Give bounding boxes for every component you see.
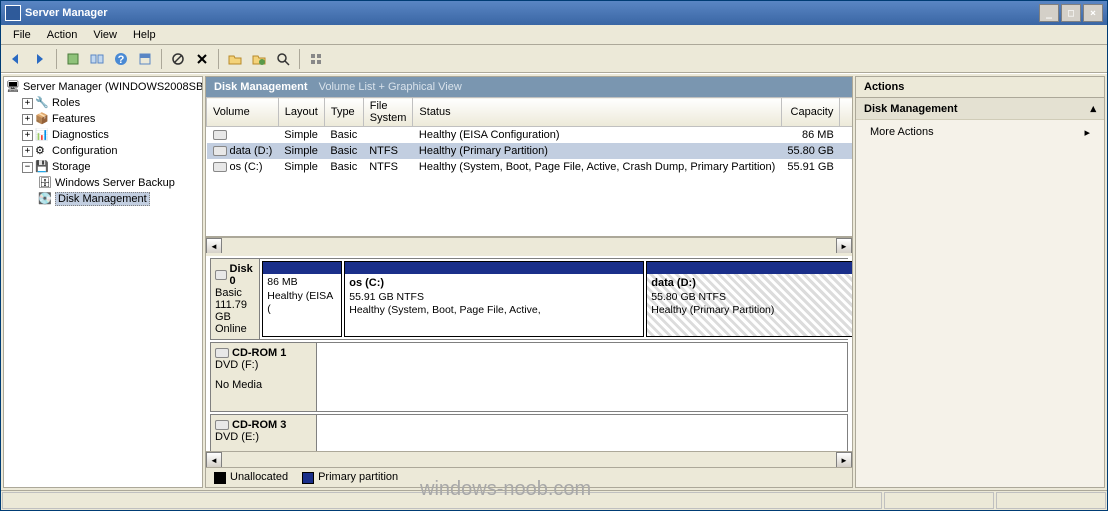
- view-icon[interactable]: [86, 48, 108, 70]
- tree-wsb[interactable]: 🗄Windows Server Backup: [4, 175, 202, 191]
- content-pane: Disk Management Volume List + Graphical …: [205, 76, 853, 488]
- scroll-right-icon[interactable]: ►: [836, 452, 852, 468]
- legend-unallocated-swatch: [214, 472, 226, 484]
- disk-row[interactable]: CD-ROM 3DVD (E:): [210, 414, 848, 451]
- folder2-icon[interactable]: [248, 48, 270, 70]
- roles-icon: 🔧: [35, 96, 49, 110]
- content-header: Disk Management Volume List + Graphical …: [206, 77, 852, 97]
- app-icon: [5, 5, 21, 21]
- collapse-icon[interactable]: ▴: [1090, 102, 1096, 115]
- col-fs[interactable]: File System: [363, 98, 413, 127]
- diagnostics-icon: 📊: [35, 128, 49, 142]
- col-type[interactable]: Type: [324, 98, 363, 127]
- navigation-tree[interactable]: 🖥Server Manager (WINDOWS2008SB +🔧Roles +…: [3, 76, 203, 488]
- col-layout[interactable]: Layout: [278, 98, 324, 127]
- partition[interactable]: 86 MBHealthy (EISA (: [262, 261, 342, 337]
- help-icon[interactable]: ?: [110, 48, 132, 70]
- disk-row[interactable]: Disk 0Basic111.79 GBOnline86 MBHealthy (…: [210, 258, 848, 340]
- scroll-right-icon[interactable]: ►: [836, 238, 852, 254]
- disk-icon: 💽: [38, 192, 52, 206]
- action1-icon[interactable]: [167, 48, 189, 70]
- tree-disk-management[interactable]: 💽Disk Management: [4, 191, 202, 207]
- close-button[interactable]: ×: [1083, 4, 1103, 22]
- menu-file[interactable]: File: [5, 27, 39, 43]
- header-subtitle: Volume List + Graphical View: [319, 81, 462, 93]
- folder1-icon[interactable]: [224, 48, 246, 70]
- tree-configuration[interactable]: +⚙Configuration: [4, 143, 202, 159]
- disk-row[interactable]: CD-ROM 1DVD (F:)No Media: [210, 342, 848, 412]
- maximize-button[interactable]: □: [1061, 4, 1081, 22]
- delete-icon[interactable]: [191, 48, 213, 70]
- storage-icon: 💾: [35, 160, 49, 174]
- legend: Unallocated Primary partition: [206, 467, 852, 487]
- disk-graphical-view[interactable]: Disk 0Basic111.79 GBOnline86 MBHealthy (…: [206, 253, 852, 451]
- actions-title: Actions: [856, 77, 1104, 98]
- actions-group[interactable]: Disk Management ▴: [856, 98, 1104, 120]
- chevron-right-icon: ▸: [1084, 126, 1090, 139]
- config-icon: ⚙: [35, 144, 49, 158]
- tree-root[interactable]: 🖥Server Manager (WINDOWS2008SB: [4, 79, 202, 95]
- tree-features[interactable]: +📦Features: [4, 111, 202, 127]
- col-capacity[interactable]: Capacity: [781, 98, 839, 127]
- refresh-icon[interactable]: [62, 48, 84, 70]
- menu-view[interactable]: View: [85, 27, 125, 43]
- partition[interactable]: data (D:)55.80 GB NTFSHealthy (Primary P…: [646, 261, 852, 337]
- back-button[interactable]: [5, 48, 27, 70]
- header-title: Disk Management: [214, 81, 308, 93]
- server-icon: 🖥: [6, 80, 20, 94]
- graph-scrollbar[interactable]: ◄ ►: [206, 451, 852, 467]
- list-view-icon[interactable]: [305, 48, 327, 70]
- actions-pane: Actions Disk Management ▴ More Actions ▸: [855, 76, 1105, 488]
- tree-roles[interactable]: +🔧Roles: [4, 95, 202, 111]
- minimize-button[interactable]: _: [1039, 4, 1059, 22]
- legend-primary-swatch: [302, 472, 314, 484]
- volume-row[interactable]: data (D:)SimpleBasicNTFSHealthy (Primary…: [207, 143, 853, 159]
- features-icon: 📦: [35, 112, 49, 126]
- menu-help[interactable]: Help: [125, 27, 164, 43]
- backup-icon: 🗄: [38, 176, 52, 190]
- more-actions[interactable]: More Actions ▸: [856, 120, 1104, 145]
- scroll-left-icon[interactable]: ◄: [206, 238, 222, 254]
- scroll-left-icon[interactable]: ◄: [206, 452, 222, 468]
- status-bar: [1, 490, 1107, 510]
- svg-text:?: ?: [118, 54, 125, 66]
- forward-button[interactable]: [29, 48, 51, 70]
- toolbar: ?: [1, 45, 1107, 73]
- volume-row[interactable]: os (C:)SimpleBasicNTFSHealthy (System, B…: [207, 159, 853, 175]
- col-status[interactable]: Status: [413, 98, 781, 127]
- search-icon[interactable]: [272, 48, 294, 70]
- window-title: Server Manager: [25, 7, 108, 19]
- volume-list[interactable]: Volume Layout Type File System Status Ca…: [206, 97, 852, 237]
- title-bar: Server Manager _ □ ×: [1, 1, 1107, 25]
- partition[interactable]: os (C:)55.91 GB NTFSHealthy (System, Boo…: [344, 261, 644, 337]
- col-volume[interactable]: Volume: [207, 98, 279, 127]
- menu-action[interactable]: Action: [39, 27, 86, 43]
- tree-storage[interactable]: −💾Storage: [4, 159, 202, 175]
- tree-diagnostics[interactable]: +📊Diagnostics: [4, 127, 202, 143]
- settings-icon[interactable]: [134, 48, 156, 70]
- volume-row[interactable]: SimpleBasicHealthy (EISA Configuration)8…: [207, 127, 853, 143]
- volume-scrollbar[interactable]: ◄ ►: [206, 237, 852, 253]
- menu-bar: File Action View Help: [1, 25, 1107, 45]
